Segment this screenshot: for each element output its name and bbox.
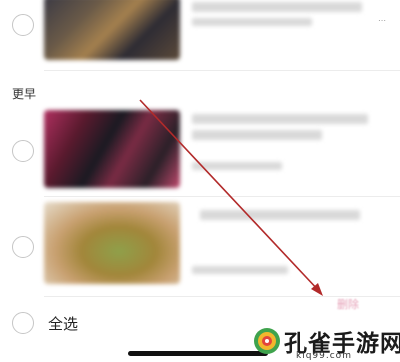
watermark-url: klq99.com [296, 351, 352, 361]
peacock-logo-icon [254, 328, 280, 354]
annotation-arrow [139, 99, 323, 296]
watermark: 孔雀手游网 klq99.com [246, 324, 400, 362]
